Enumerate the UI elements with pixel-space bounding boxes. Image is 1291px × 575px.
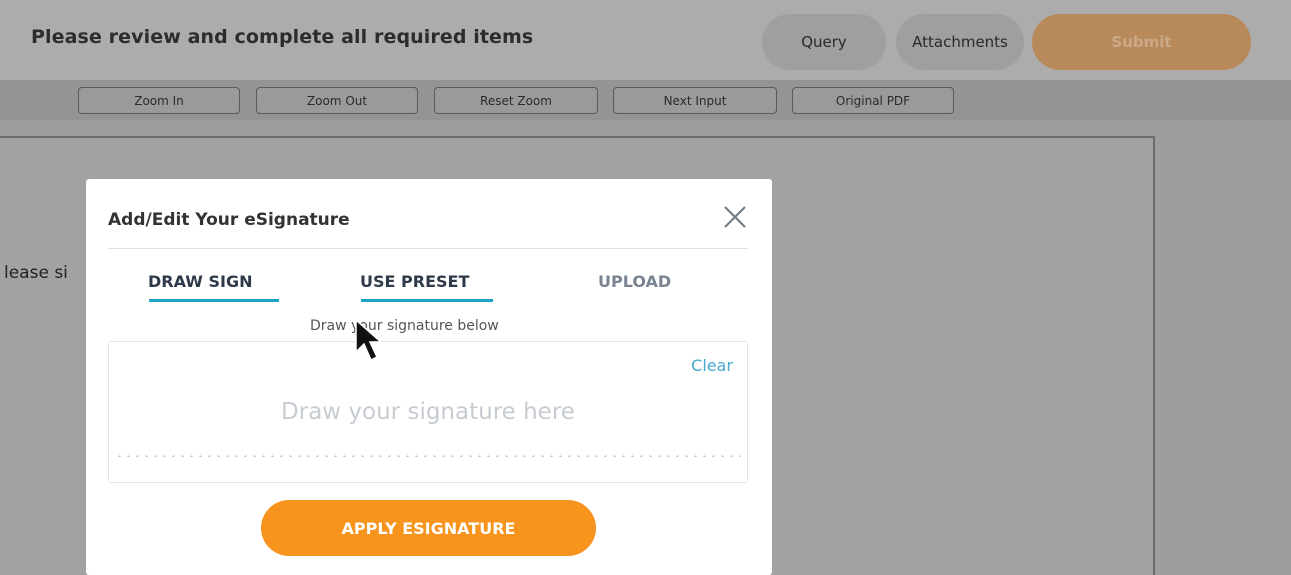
- query-button[interactable]: Query: [762, 14, 886, 70]
- signature-baseline: [115, 455, 741, 457]
- signature-pad[interactable]: Clear Draw your signature here: [108, 341, 748, 483]
- zoom-out-button[interactable]: Zoom Out: [256, 87, 418, 114]
- next-input-button[interactable]: Next Input: [613, 87, 777, 114]
- reset-zoom-button[interactable]: Reset Zoom: [434, 87, 598, 114]
- attachments-button[interactable]: Attachments: [896, 14, 1024, 70]
- signature-instruction: Draw your signature below: [310, 318, 499, 334]
- tab-use-preset[interactable]: USE PRESET: [360, 272, 469, 291]
- zoom-in-button[interactable]: Zoom In: [78, 87, 240, 114]
- modal-title: Add/Edit Your eSignature: [108, 210, 350, 230]
- tab-draw-sign-underline: [149, 299, 279, 302]
- modal-divider: [108, 248, 748, 249]
- apply-esignature-button[interactable]: APPLY ESIGNATURE: [261, 500, 596, 556]
- document-text: lease si: [4, 263, 68, 283]
- clear-link[interactable]: Clear: [691, 356, 733, 375]
- pdf-toolbar: Zoom In Zoom Out Reset Zoom Next Input O…: [0, 80, 1291, 120]
- signature-placeholder: Draw your signature here: [281, 399, 575, 425]
- tab-use-preset-underline: [361, 299, 493, 302]
- tab-upload[interactable]: UPLOAD: [598, 272, 671, 291]
- page-title: Please review and complete all required …: [31, 26, 534, 48]
- esignature-modal: Add/Edit Your eSignature DRAW SIGN USE P…: [86, 179, 772, 575]
- mouse-pointer-icon: [355, 318, 383, 362]
- original-pdf-button[interactable]: Original PDF: [792, 87, 954, 114]
- app-header: Please review and complete all required …: [0, 0, 1291, 80]
- submit-button[interactable]: Submit: [1032, 14, 1251, 70]
- close-icon[interactable]: [721, 203, 749, 231]
- tab-draw-sign[interactable]: DRAW SIGN: [148, 272, 252, 291]
